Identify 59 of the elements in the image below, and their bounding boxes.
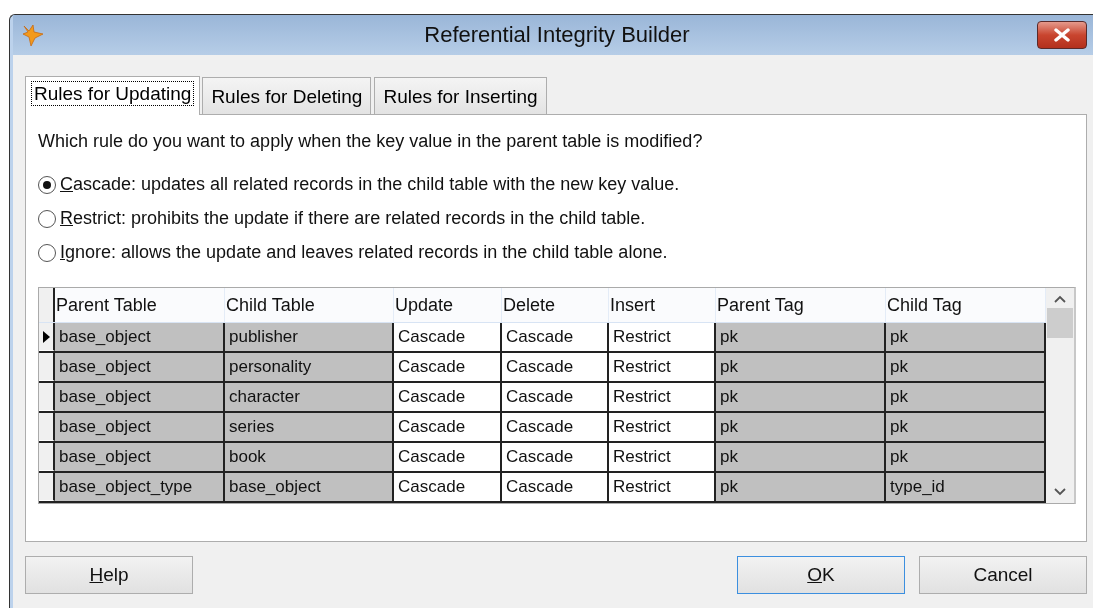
window-title: Referential Integrity Builder <box>423 22 691 48</box>
app-icon <box>21 22 45 48</box>
table-cell: pk <box>716 473 886 501</box>
table-cell: base_object <box>55 383 225 411</box>
close-icon <box>1053 28 1071 42</box>
table-cell: pk <box>886 323 1046 351</box>
option-label[interactable]: Restrict: prohibits the update if there are related records in the child table. <box>60 208 646 229</box>
dialog-button[interactable]: Cancel <box>919 556 1087 594</box>
dialog-button[interactable]: Help <box>25 556 193 594</box>
table-cell: pk <box>886 353 1046 381</box>
table-cell: publisher <box>225 323 394 351</box>
table-cell: pk <box>716 383 886 411</box>
table-cell: pk <box>716 443 886 471</box>
scroll-up-icon[interactable] <box>1053 294 1067 304</box>
table-cell: character <box>225 383 394 411</box>
table-cell: base_object <box>55 413 225 441</box>
table-cell: pk <box>886 383 1046 411</box>
table-cell: base_object <box>225 473 394 501</box>
column-header[interactable]: Parent Tag <box>716 288 886 322</box>
vertical-scrollbar[interactable] <box>1046 288 1074 503</box>
table-cell: book <box>225 443 394 471</box>
row-pointer-icon <box>42 330 50 343</box>
row-header[interactable] <box>39 383 55 411</box>
radio-button[interactable] <box>38 243 56 262</box>
table-cell: pk <box>716 323 886 351</box>
scroll-thumb[interactable] <box>1047 308 1073 338</box>
column-header[interactable]: Insert <box>609 288 716 322</box>
table-cell: series <box>225 413 394 441</box>
table-cell: base_object_type <box>55 473 225 501</box>
table-cell: pk <box>716 353 886 381</box>
tab[interactable]: Rules for Inserting <box>374 77 547 114</box>
header-corner <box>39 288 55 322</box>
table-cell: personality <box>225 353 394 381</box>
column-header[interactable]: Update <box>394 288 502 322</box>
row-header[interactable] <box>39 443 55 471</box>
scroll-down-icon[interactable] <box>1053 487 1067 497</box>
column-header[interactable]: Delete <box>502 288 609 322</box>
tab[interactable]: Rules for Updating <box>25 76 201 115</box>
table-cell: base_object <box>55 353 225 381</box>
table-cell: pk <box>886 443 1046 471</box>
radio-button[interactable] <box>38 209 56 228</box>
option-label[interactable]: Cascade: updates all related records in the child table with the new key value. <box>60 174 680 195</box>
row-header[interactable] <box>39 353 55 381</box>
radio-button[interactable] <box>38 175 56 194</box>
row-header[interactable] <box>39 323 55 351</box>
dialog-button[interactable]: OK <box>737 556 905 594</box>
row-header[interactable] <box>39 413 55 441</box>
table-cell: base_object <box>55 323 225 351</box>
table-cell: pk <box>886 413 1046 441</box>
option-label[interactable]: Ignore: allows the update and leaves related records in the child table alone. <box>60 242 668 263</box>
table-cell: pk <box>716 413 886 441</box>
column-header[interactable]: Parent Table <box>55 288 225 322</box>
table-cell: type_id <box>886 473 1046 501</box>
tab[interactable]: Rules for Deleting <box>202 77 372 114</box>
table-cell: base_object <box>55 443 225 471</box>
close-button[interactable] <box>1037 21 1087 49</box>
row-header[interactable] <box>39 473 55 501</box>
column-header[interactable]: Child Table <box>225 288 394 322</box>
question-text: Which rule do you want to apply when the key value in the parent table is modified? <box>38 131 704 152</box>
